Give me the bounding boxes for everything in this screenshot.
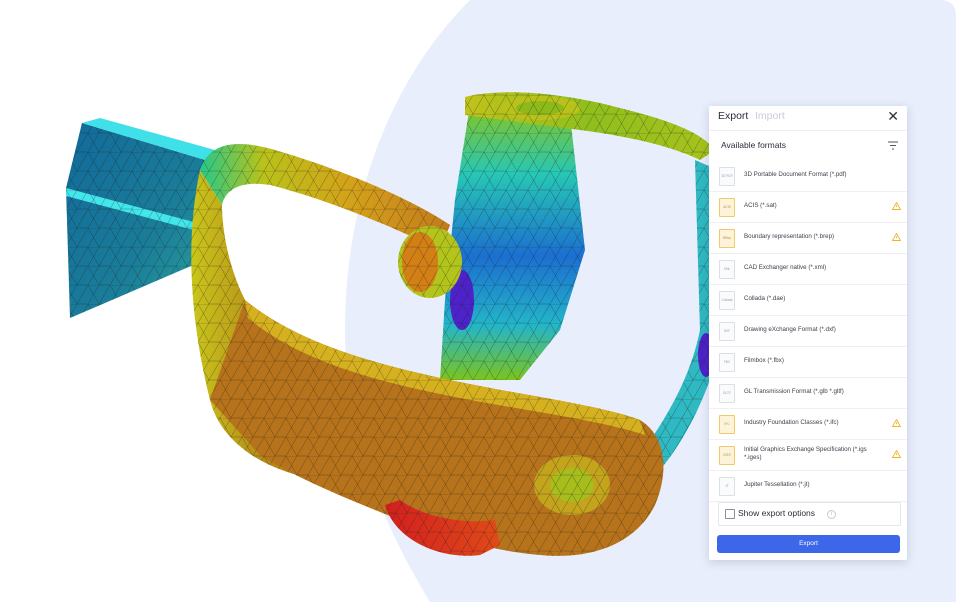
warning-icon xyxy=(892,202,901,210)
export-panel: Export Import ✕ Available formats 3D PDF… xyxy=(709,106,907,560)
file-icon: FBX xyxy=(719,353,735,372)
format-name: Initial Graphics Exchange Specification … xyxy=(744,446,867,461)
format-row-xml[interactable]: XML CAD Exchanger native (*.xml) xyxy=(709,253,907,285)
file-icon: ACIS xyxy=(719,198,735,217)
tab-import[interactable]: Import xyxy=(755,110,785,122)
file-icon: Collada xyxy=(719,291,735,310)
format-row-fbx[interactable]: FBX Filmbox (*.fbx) xyxy=(709,346,907,378)
format-row-collada[interactable]: Collada Collada (*.dae) xyxy=(709,284,907,316)
format-name: Collada (*.dae) xyxy=(744,295,786,302)
warning-icon xyxy=(892,233,901,241)
format-row-gltf[interactable]: GLTF GL Transmission Format (*.glb *.glt… xyxy=(709,377,907,409)
format-name: Industry Foundation Classes (*.ifc) xyxy=(744,419,839,426)
file-icon: IFC xyxy=(719,415,735,434)
format-row-iges[interactable]: IGES Initial Graphics Exchange Specifica… xyxy=(709,439,907,471)
format-name: GL Transmission Format (*.glb *.gltf) xyxy=(744,388,844,395)
format-name: Jupiter Tessellation (*.jt) xyxy=(744,481,810,488)
file-icon: DXF xyxy=(719,322,735,341)
format-name: ACIS (*.sat) xyxy=(744,202,777,209)
file-icon: BRep xyxy=(719,229,735,248)
format-name: Boundary representation (*.brep) xyxy=(744,233,835,240)
file-icon: 3D PDF xyxy=(719,167,735,186)
format-row-acis[interactable]: ACIS ACIS (*.sat) xyxy=(709,191,907,223)
tab-bar: Export Import ✕ xyxy=(709,106,907,131)
close-icon[interactable]: ✕ xyxy=(887,108,899,124)
show-options-checkbox[interactable] xyxy=(725,509,735,519)
format-name: Filmbox (*.fbx) xyxy=(744,357,784,364)
tab-export[interactable]: Export xyxy=(718,110,748,122)
info-icon[interactable]: i xyxy=(827,510,836,519)
mesh-center-post xyxy=(440,105,585,380)
format-row-pdf[interactable]: 3D PDF 3D Portable Document Format (*.pd… xyxy=(709,160,907,192)
export-button[interactable]: Export xyxy=(717,535,900,553)
show-options-label: Show export options xyxy=(738,508,816,518)
format-row-ifc[interactable]: IFC Industry Foundation Classes (*.ifc) xyxy=(709,408,907,440)
format-row-dxf[interactable]: DXF Drawing eXchange Format (*.dxf) xyxy=(709,315,907,347)
mesh-pin xyxy=(398,226,462,298)
format-row-jt[interactable]: JT Jupiter Tessellation (*.jt) xyxy=(709,470,907,502)
format-row-brep[interactable]: BRep Boundary representation (*.brep) xyxy=(709,222,907,254)
file-icon: GLTF xyxy=(719,384,735,403)
section-title: Available formats xyxy=(721,140,787,150)
file-icon: IGES xyxy=(719,446,735,465)
file-icon: JT xyxy=(719,477,735,496)
warning-icon xyxy=(892,450,901,458)
format-name: 3D Portable Document Format (*.pdf) xyxy=(744,171,847,178)
warning-icon xyxy=(892,419,901,427)
format-name: CAD Exchanger native (*.xml) xyxy=(744,264,827,271)
filter-icon[interactable] xyxy=(888,141,898,150)
format-name: Drawing eXchange Format (*.dxf) xyxy=(744,326,836,333)
show-export-options[interactable]: Show export options i xyxy=(718,502,901,526)
file-icon: XML xyxy=(719,260,735,279)
mesh-right-curve xyxy=(640,160,720,470)
